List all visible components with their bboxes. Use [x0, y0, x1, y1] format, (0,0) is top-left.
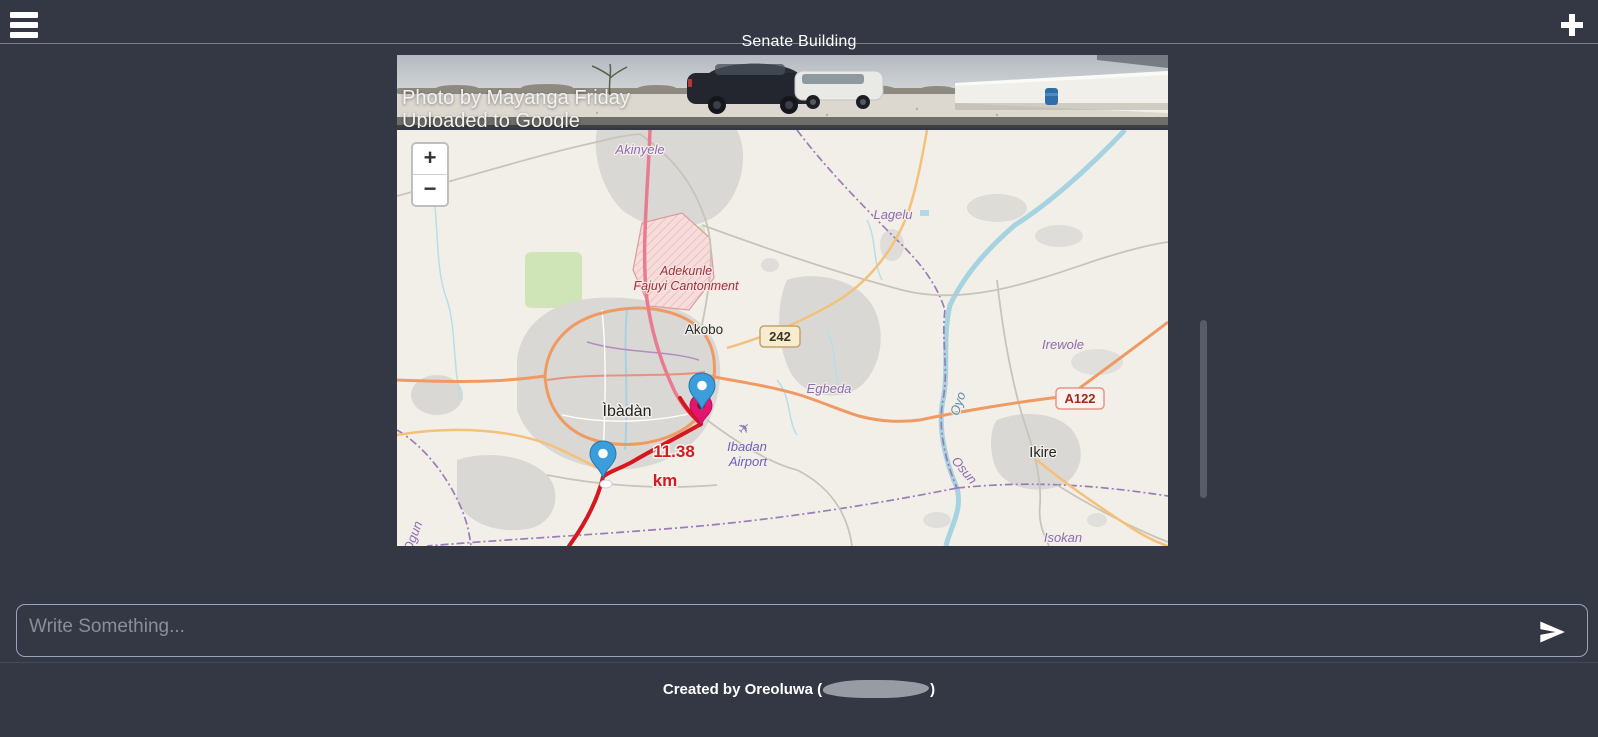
map-label-ikire: Ikire: [1029, 445, 1056, 461]
photo-barrel: [1045, 88, 1058, 105]
svg-text:11.38: 11.38: [653, 442, 695, 461]
map-label-irewole: Irewole: [1042, 337, 1084, 352]
map-canvas[interactable]: Akinyele Lagelu Adekunle Fajuyi Cantonme…: [397, 130, 1168, 546]
footer-credit: Created by Oreoluwa (): [0, 680, 1598, 698]
zoom-out-button[interactable]: −: [413, 175, 447, 205]
photo-credit-line2: Uploaded to Google: [402, 110, 630, 128]
footer-credit-prefix: Created by Oreoluwa (: [663, 681, 822, 698]
redacted-phone-number: [823, 680, 929, 698]
photo-credit-line1: Photo by Mayanga Friday: [402, 87, 630, 110]
footer-divider: [0, 662, 1598, 663]
map-label-isokan: Isokan: [1044, 530, 1082, 545]
place-card: Photo by Mayanga Friday Uploaded to Goog…: [397, 55, 1168, 546]
svg-text:242: 242: [769, 329, 791, 344]
footer-credit-suffix: ): [930, 681, 935, 698]
hamburger-bar: [10, 22, 38, 28]
map-label-airport-2: Airport: [728, 454, 769, 469]
map-label-ibadan: Ìbàdàn: [603, 401, 652, 420]
header: Senate Building: [0, 0, 1598, 44]
photo-credit: Photo by Mayanga Friday Uploaded to Goog…: [402, 87, 630, 128]
zoom-in-button[interactable]: +: [413, 144, 447, 175]
map-label-akobo: Akobo: [685, 322, 723, 337]
map-label-egbeda: Egbeda: [807, 381, 852, 396]
map-label-lagelu: Lagelu: [873, 207, 912, 222]
map-label-airport-1: Ibadan: [727, 439, 767, 454]
map[interactable]: Akinyele Lagelu Adekunle Fajuyi Cantonme…: [397, 130, 1168, 546]
comment-composer: [16, 604, 1588, 657]
map-label-cantonment-1: Adekunle: [659, 264, 712, 278]
hamburger-bar: [10, 12, 38, 18]
scrollbar-thumb[interactable]: [1200, 320, 1207, 498]
svg-text:A122: A122: [1064, 391, 1095, 406]
road-badge-242: 242: [760, 326, 800, 347]
map-label-cantonment-2: Fajuyi Cantonment: [634, 279, 739, 293]
comment-input[interactable]: [16, 604, 1588, 657]
road-badge-a122: A122: [1056, 388, 1104, 409]
page-title: Senate Building: [0, 33, 1598, 51]
map-label-akinyele: Akinyele: [614, 142, 664, 157]
send-icon[interactable]: [1538, 618, 1566, 646]
place-photo: Photo by Mayanga Friday Uploaded to Goog…: [397, 55, 1168, 128]
route-endpoint-dot: [600, 480, 612, 488]
svg-text:km: km: [653, 471, 678, 490]
map-zoom-control: + −: [411, 142, 449, 207]
